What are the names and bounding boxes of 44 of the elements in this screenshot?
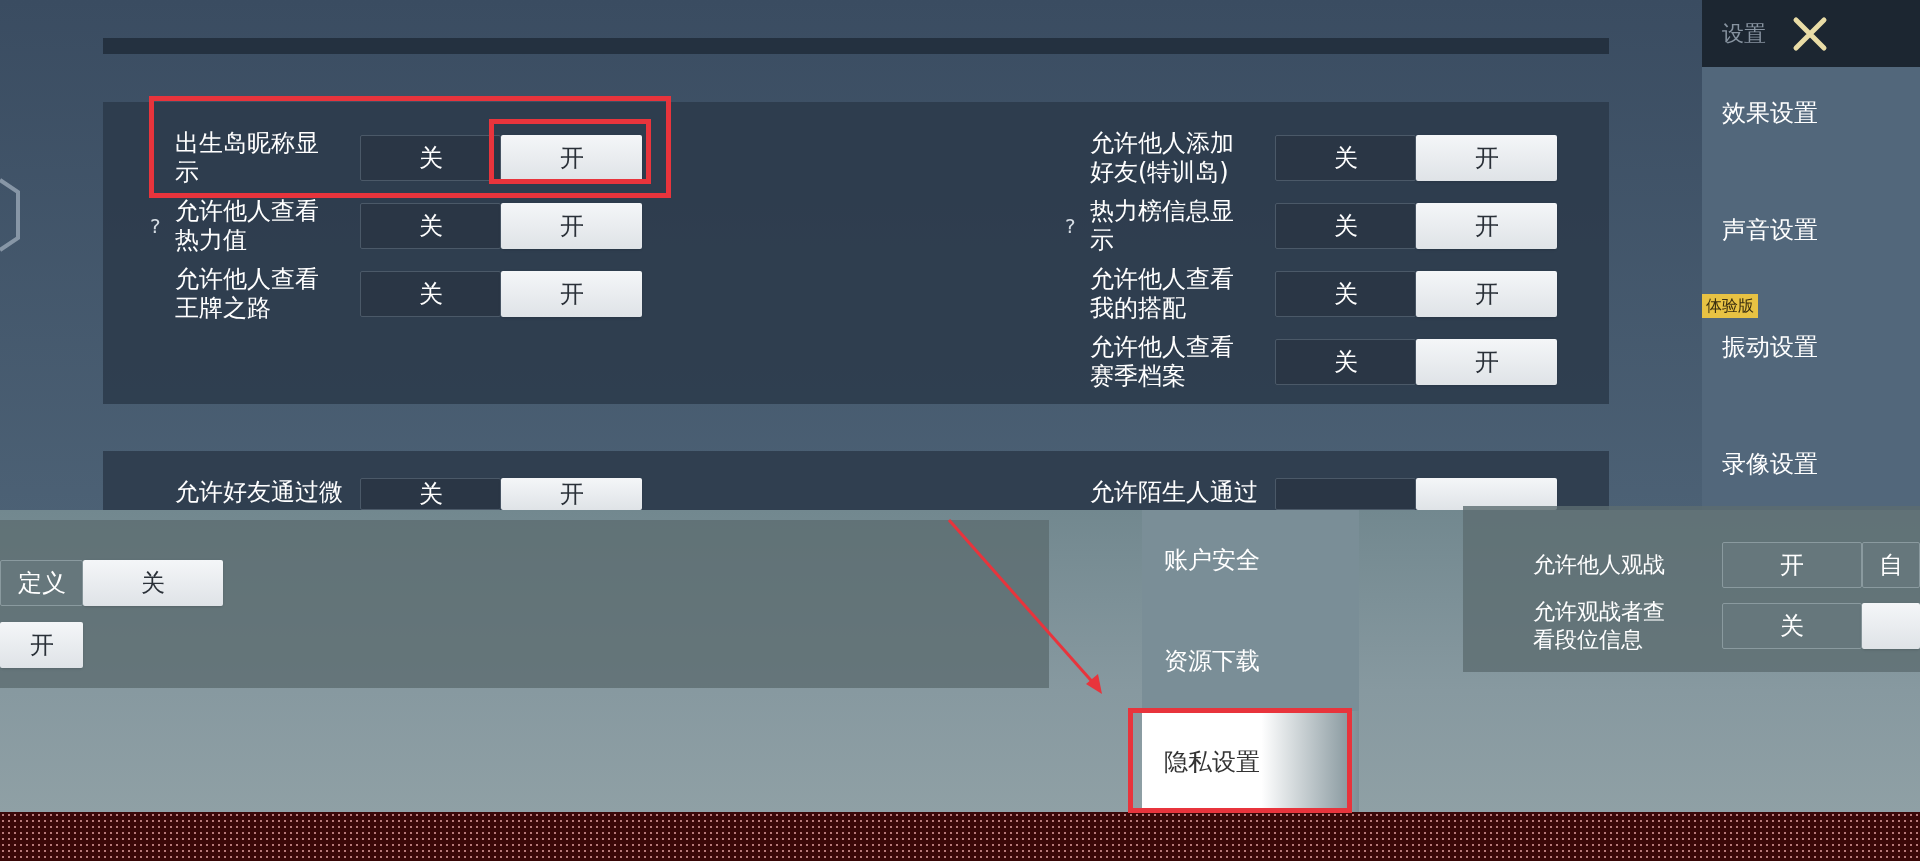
toggle-option[interactable]: 开 [501,203,642,249]
menu-item[interactable]: 隐私设置 [1142,711,1359,812]
toggle-option[interactable]: 开 [0,622,83,668]
toggle-option[interactable]: 开 [1416,271,1557,317]
toggle-option[interactable]: 自 [1862,542,1920,588]
sidebar-badge: 体验版 [1702,294,1758,318]
toggle-option[interactable]: 开 [1416,339,1557,385]
toggle-option[interactable] [1275,478,1416,510]
toggle-option[interactable]: 关 [1275,339,1416,385]
setting-label: 允许他人查看赛季档案 [1090,333,1235,391]
toggle-option[interactable]: 关 [360,478,501,510]
toggle-option[interactable]: 关 [1275,135,1416,181]
setting-label: 允许他人查看我的搭配 [1090,265,1235,323]
help-mark[interactable]: ? [1065,211,1076,241]
toggle-option[interactable]: 开 [501,271,642,317]
setting-label: 出生岛昵称显示 [175,129,320,187]
toggle-option[interactable]: 开 [501,135,642,181]
toggle-option[interactable]: 关 [360,135,501,181]
toggle-option[interactable]: 关 [83,560,223,606]
toggle-option[interactable]: 开 [501,478,642,510]
setting-label: 允许好友通过微 [175,478,344,507]
toggle-option[interactable]: 关 [360,271,501,317]
sidebar-item[interactable]: 振动设置 [1702,318,1920,418]
setting-label: 允许陌生人通过 [1090,478,1259,507]
setting-label: 允许他人查看王牌之路 [175,265,320,323]
toggle-option[interactable]: 关 [1275,271,1416,317]
toggle-option[interactable] [1862,603,1920,649]
setting-label: 允许他人观战 [1533,551,1666,579]
toggle-option[interactable]: 开 [1416,203,1557,249]
sidebar-item[interactable]: 录像设置 [1702,418,1920,510]
toggle-option[interactable]: 关 [1275,203,1416,249]
toggle-option[interactable]: 关 [360,203,501,249]
sidebar-title: 设置 [1722,20,1766,48]
setting-label: 允许他人查看热力值 [175,197,320,255]
setting-label: 热力榜信息显示 [1090,197,1235,255]
setting-label: 允许他人添加好友(特训岛) [1090,129,1235,187]
setting-label: 允许观战者查看段位信息 [1533,598,1666,654]
toggle-option[interactable]: 关 [1722,603,1862,649]
toggle-option[interactable] [1416,478,1557,510]
toggle-option[interactable]: 开 [1722,542,1862,588]
toggle-option[interactable]: 开 [1416,135,1557,181]
toggle-option[interactable]: 定义 [0,560,83,606]
sidebar-item[interactable]: 效果设置 [1702,67,1920,184]
help-mark[interactable]: ? [150,211,161,241]
